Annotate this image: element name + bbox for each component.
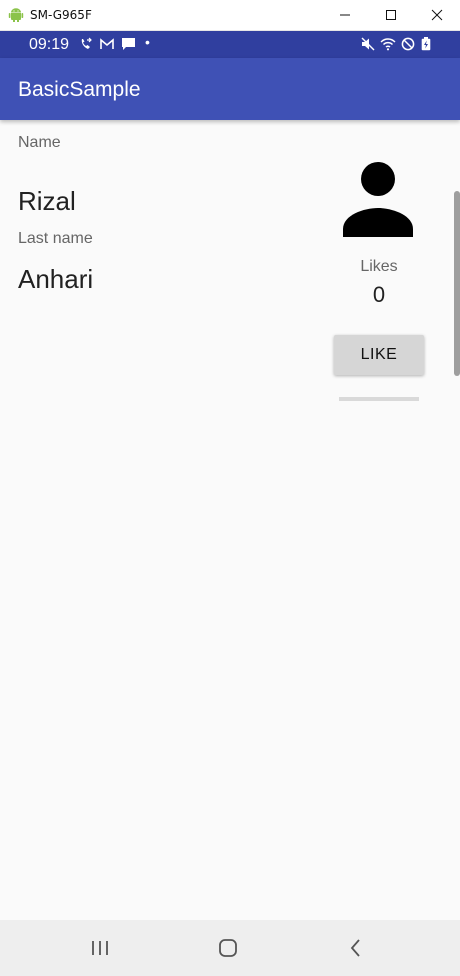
main-content: Name Rizal Last name Anhari Likes 0 LIKE — [0, 120, 460, 920]
minimize-icon — [340, 14, 350, 16]
message-icon — [122, 38, 135, 50]
close-icon — [431, 9, 443, 21]
device-screen: 09:19 • BasicSample Name Rizal Last name… — [0, 31, 460, 976]
app-bar: BasicSample — [0, 58, 460, 120]
wifi-icon — [380, 38, 396, 51]
maximize-button[interactable] — [368, 0, 414, 30]
last-name-value: Anhari — [18, 264, 94, 294]
name-label: Name — [18, 134, 61, 151]
mute-icon — [361, 37, 375, 51]
status-time: 09:19 — [29, 36, 70, 53]
likes-count: 0 — [372, 282, 386, 307]
app-title: BasicSample — [18, 78, 141, 101]
person-avatar-icon — [343, 162, 413, 237]
home-icon[interactable] — [216, 936, 240, 960]
likes-label: Likes — [360, 258, 398, 275]
recents-icon[interactable] — [88, 936, 112, 960]
last-name-label: Last name — [18, 230, 93, 247]
maximize-icon — [386, 10, 396, 20]
call-forward-icon — [81, 37, 92, 49]
progress-bar — [339, 397, 419, 401]
first-name-value: Rizal — [18, 186, 76, 216]
android-icon — [8, 8, 24, 22]
close-button[interactable] — [414, 0, 460, 30]
do-not-disturb-icon — [401, 37, 415, 51]
navigation-bar — [0, 920, 460, 976]
like-button[interactable]: LIKE — [334, 335, 424, 375]
battery-icon — [421, 37, 431, 51]
window-title: SM-G965F — [30, 8, 92, 22]
minimize-button[interactable] — [322, 0, 368, 30]
status-dot: • — [145, 34, 150, 50]
window-titlebar: SM-G965F — [0, 0, 460, 31]
scrollbar[interactable] — [454, 191, 460, 376]
gmail-icon — [100, 38, 114, 49]
back-icon[interactable] — [344, 936, 368, 960]
status-bar: 09:19 • — [0, 31, 460, 58]
